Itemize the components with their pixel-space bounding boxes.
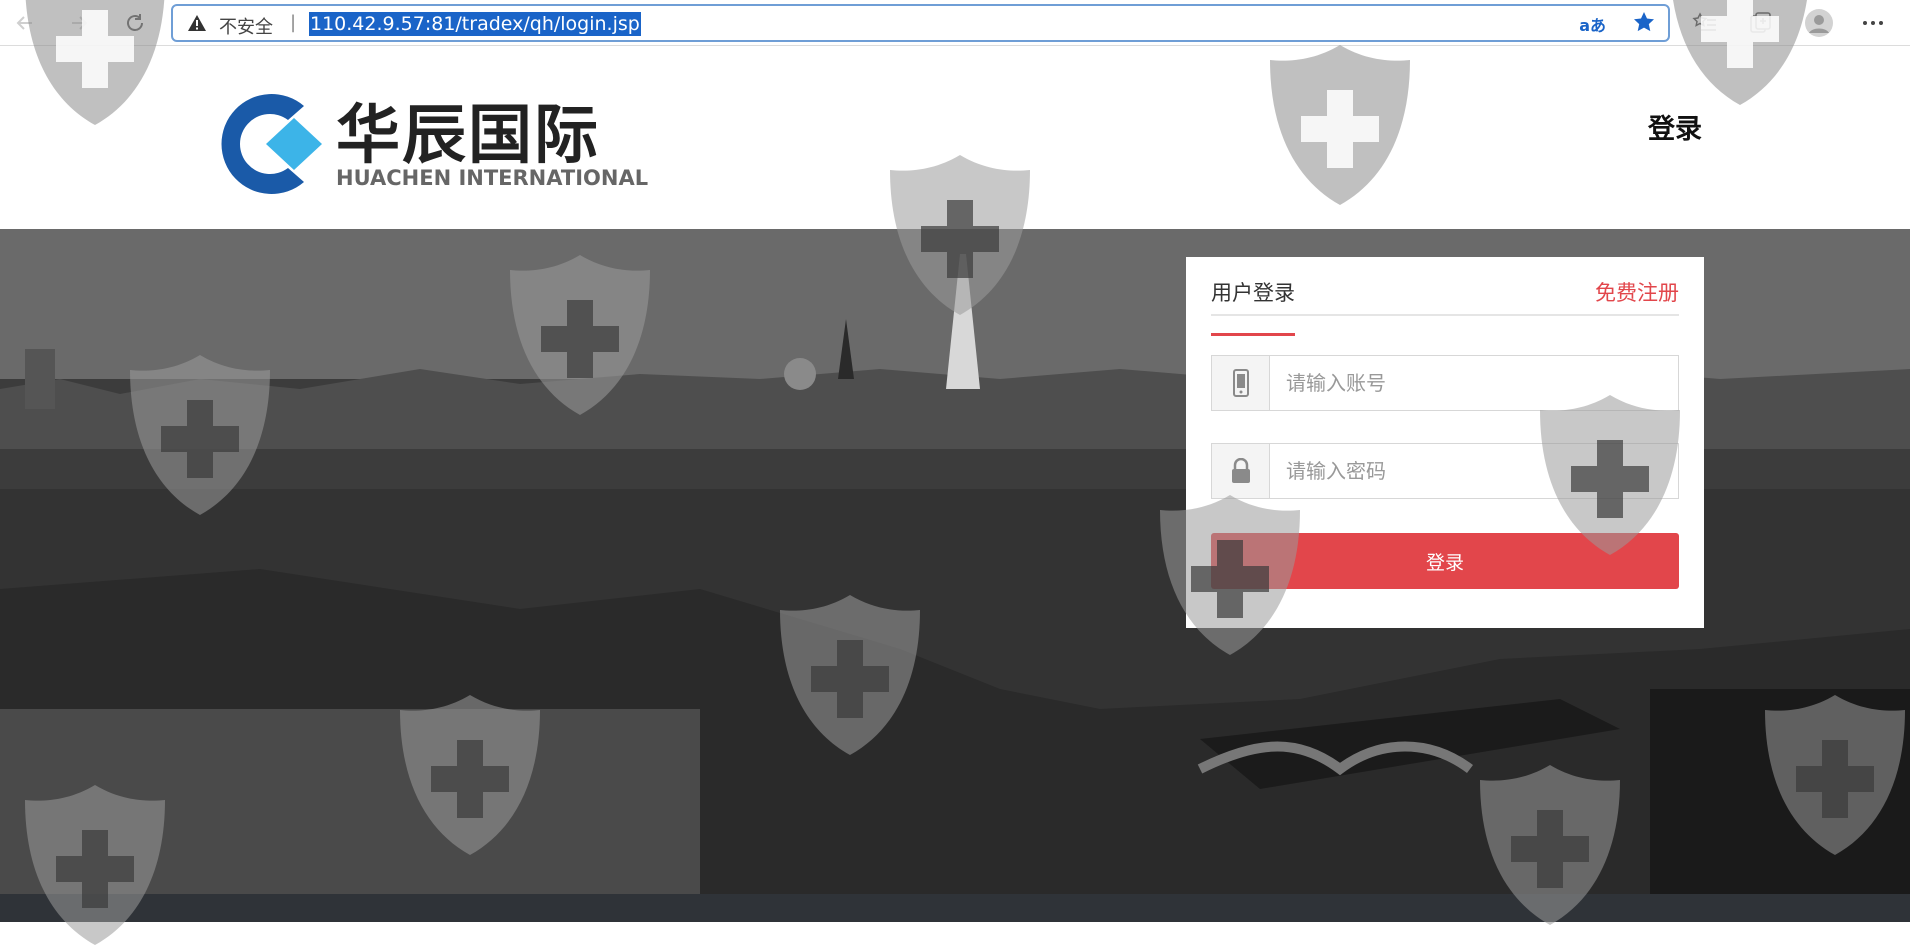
warning-icon[interactable]: [187, 13, 207, 33]
profile-avatar-icon[interactable]: [1804, 8, 1834, 38]
password-input[interactable]: [1272, 444, 1676, 498]
address-separator: |: [290, 12, 297, 33]
lock-icon: [1212, 444, 1270, 498]
account-field: [1211, 355, 1679, 411]
back-icon[interactable]: [10, 8, 40, 38]
brand-name-cn: 华辰国际: [336, 99, 600, 173]
login-tabs: 用户登录 免费注册: [1211, 257, 1679, 336]
forward-icon[interactable]: [64, 8, 94, 38]
browser-toolbar: 不安全 | 110.42.9.57:81/tradex/qh/login.jsp…: [0, 0, 1910, 46]
url-text[interactable]: 110.42.9.57:81/tradex/qh/login.jsp: [309, 12, 641, 36]
login-panel: 用户登录 免费注册 登录: [1186, 257, 1704, 628]
collections-icon[interactable]: [1748, 10, 1774, 36]
tab-user-login[interactable]: 用户登录: [1211, 277, 1295, 336]
logo-mark-icon: [221, 94, 322, 195]
header-login-link[interactable]: 登录: [1648, 107, 1702, 146]
address-bar[interactable]: 不安全 | 110.42.9.57:81/tradex/qh/login.jsp…: [171, 4, 1670, 42]
register-link[interactable]: 免费注册: [1595, 277, 1679, 307]
refresh-icon[interactable]: [120, 8, 150, 38]
site-header: 华辰国际 HUACHEN INTERNATIONAL 登录: [0, 47, 1910, 229]
favorites-list-icon[interactable]: [1692, 10, 1718, 36]
security-status[interactable]: 不安全: [219, 13, 273, 39]
footer-bar: [0, 894, 1910, 922]
more-options-icon[interactable]: [1860, 10, 1886, 36]
password-field: [1211, 443, 1679, 499]
brand-name-en: HUACHEN INTERNATIONAL: [336, 166, 649, 190]
account-input[interactable]: [1272, 356, 1676, 410]
brand-logo[interactable]: 华辰国际 HUACHEN INTERNATIONAL: [204, 84, 674, 204]
favorite-star-icon[interactable]: [1632, 10, 1656, 34]
read-aloud-icon[interactable]: aあ: [1579, 12, 1606, 36]
phone-icon: [1212, 356, 1270, 410]
login-submit-button[interactable]: 登录: [1211, 533, 1679, 589]
